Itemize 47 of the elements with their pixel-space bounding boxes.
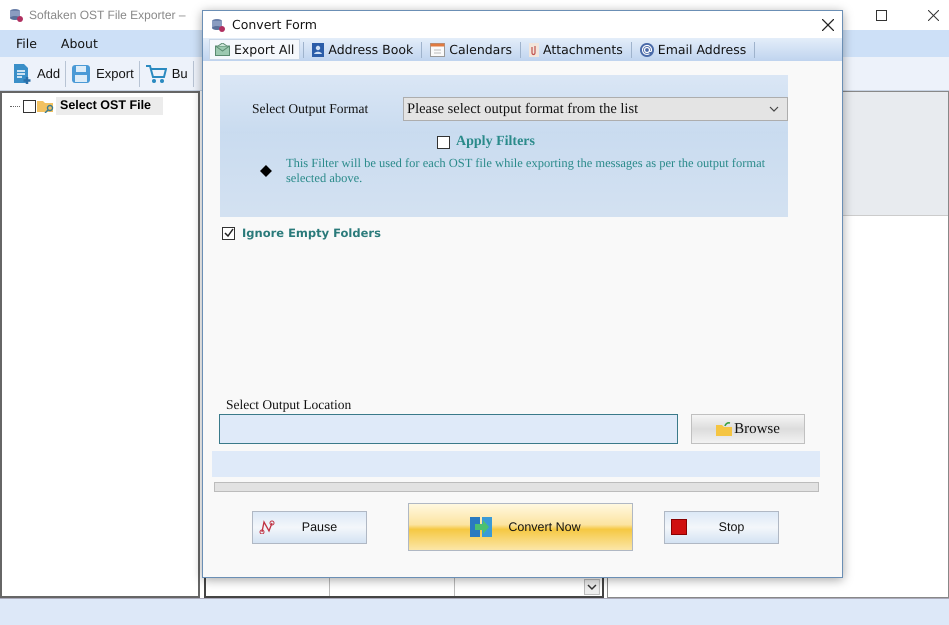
- add-document-icon: [12, 62, 32, 84]
- output-location-field[interactable]: [219, 414, 678, 444]
- tab[interactable]: Address Book: [307, 39, 418, 60]
- toolbar-button[interactable]: Bu: [140, 64, 192, 84]
- toolbar-button[interactable]: Add: [8, 62, 64, 84]
- tab[interactable]: Attachments: [524, 39, 628, 60]
- close-icon[interactable]: [822, 18, 834, 30]
- dialog-title: Convert Form: [232, 17, 317, 32]
- nodes-icon: [259, 520, 275, 534]
- action-button[interactable]: Pause: [252, 510, 367, 544]
- maximize-icon[interactable]: [876, 10, 887, 20]
- checkbox[interactable]: [222, 226, 235, 240]
- database-icon: [211, 18, 225, 32]
- at-sign-icon: [640, 42, 654, 56]
- checkbox[interactable]: [23, 100, 36, 112]
- database-icon: [9, 8, 23, 22]
- bullet-icon: [260, 165, 272, 177]
- menu-item[interactable]: File: [6, 36, 47, 51]
- checkbox-label: Apply Filters: [456, 134, 535, 150]
- save-icon: [71, 64, 92, 84]
- checkbox[interactable]: [437, 136, 450, 148]
- chevron-icon: [769, 106, 779, 112]
- cart-icon: [144, 64, 167, 84]
- field-label: Select Output Format: [252, 101, 370, 117]
- folder-search-icon: [37, 99, 55, 113]
- filter-note: This Filter will be used for each OST file while exporting the messages as per the output format selected above.: [286, 156, 766, 186]
- browse-button[interactable]: Browse: [691, 414, 805, 444]
- calendar-icon: [430, 42, 446, 56]
- action-button[interactable]: Stop: [664, 510, 779, 544]
- window-title: Softaken OST File Exporter –: [29, 8, 186, 22]
- format-dropdown[interactable]: Please select output format from the list: [403, 97, 788, 121]
- menu-item[interactable]: About: [50, 36, 108, 51]
- contact-book-icon: [312, 42, 324, 56]
- action-button[interactable]: Convert Now: [408, 503, 633, 551]
- checkbox-label: Ignore Empty Folders: [242, 226, 381, 240]
- folder-icon: [716, 422, 732, 436]
- convert-icon: [469, 515, 493, 539]
- envelope-icon: [215, 43, 230, 56]
- close-icon[interactable]: [928, 10, 939, 20]
- tab[interactable]: Export All: [209, 39, 300, 60]
- tree-item[interactable]: Select OST File: [56, 97, 164, 115]
- stop-icon: [671, 519, 687, 535]
- paperclip-icon: [529, 42, 539, 56]
- toolbar-button[interactable]: Export: [67, 64, 138, 84]
- field-label: Select Output Location: [226, 397, 352, 413]
- tab[interactable]: Calendars: [425, 39, 517, 60]
- tab[interactable]: Email Address: [634, 39, 752, 60]
